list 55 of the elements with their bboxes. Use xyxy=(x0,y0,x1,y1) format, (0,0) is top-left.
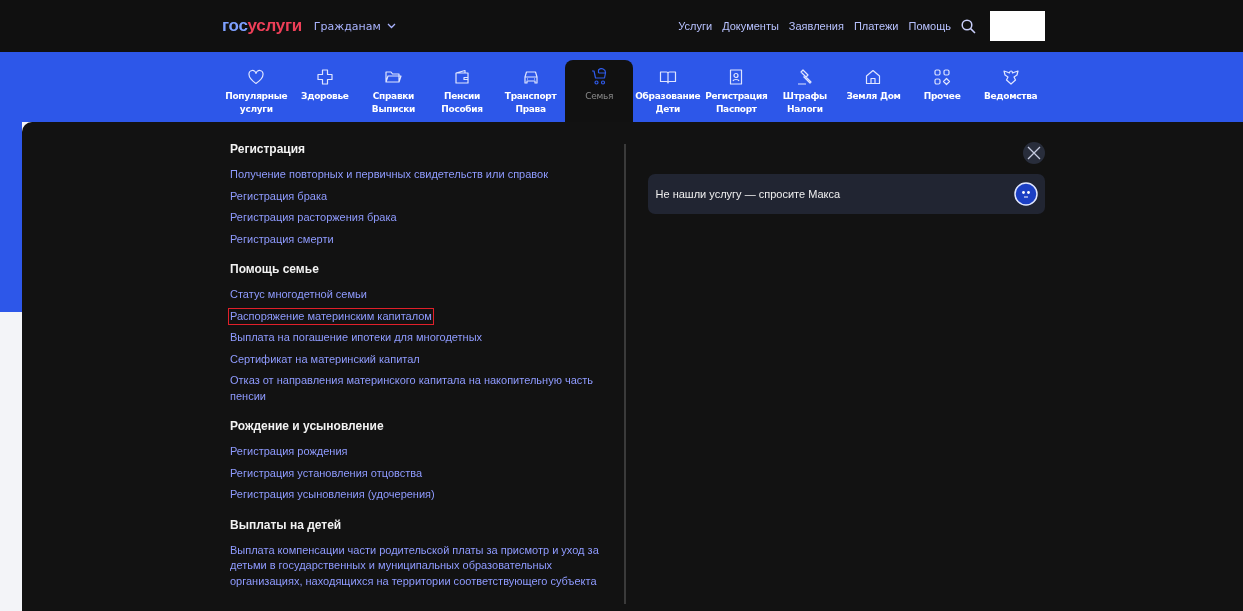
assistant-prompt: Не нашли услугу — спросите Макса xyxy=(655,188,841,200)
grid-icon xyxy=(933,68,952,86)
heart-icon xyxy=(247,68,266,86)
cross-icon xyxy=(315,68,334,86)
service-link[interactable]: Сертификат на материнский капитал xyxy=(228,350,422,368)
service-link[interactable]: Регистрация усыновления (удочерения) xyxy=(228,486,437,504)
eagle-emblem-icon xyxy=(1001,68,1020,86)
close-icon xyxy=(1027,146,1041,160)
nav-link[interactable]: Документы xyxy=(722,20,779,32)
service-link[interactable]: Выплата на погашение ипотеки для многодетных xyxy=(228,329,485,347)
search-icon[interactable] xyxy=(961,18,976,34)
category-tab[interactable]: Штрафы Налоги xyxy=(770,60,840,122)
category-tab[interactable]: Семья xyxy=(564,60,634,122)
book-icon xyxy=(658,68,677,86)
house-icon xyxy=(864,68,883,86)
stroller-icon xyxy=(590,68,609,86)
section-heading: Рождение и усыновление xyxy=(230,419,385,433)
category-tab[interactable]: Справки Выписки xyxy=(359,60,428,122)
service-link[interactable]: Распоряжение материнским капиталом xyxy=(228,307,434,325)
scrollbar[interactable] xyxy=(623,144,626,604)
service-link[interactable]: Регистрация установления отцовства xyxy=(228,464,425,482)
assistant-bar[interactable]: Не нашли услугу — спросите Макса xyxy=(647,174,1045,214)
nav-link[interactable]: Платежи xyxy=(853,20,899,32)
service-link[interactable]: Статус многодетной семьи xyxy=(228,286,369,304)
category-tab[interactable]: Прочее xyxy=(907,60,977,122)
category-tab[interactable]: Регистрация Паспорт xyxy=(702,60,771,122)
category-tab[interactable]: Земля Дом xyxy=(839,60,908,122)
nav-link[interactable]: Заявления xyxy=(788,20,844,32)
close-button[interactable] xyxy=(1023,142,1045,164)
section-heading: Регистрация xyxy=(230,142,307,156)
folder-icon xyxy=(384,68,403,86)
wallet-icon xyxy=(453,68,471,86)
category-tab[interactable]: Транспорт Права xyxy=(496,60,565,122)
category-tab[interactable]: Здоровье xyxy=(290,60,360,122)
section-heading: Помощь семье xyxy=(230,262,320,276)
nav-link[interactable]: Помощь xyxy=(908,20,951,32)
category-tab[interactable]: Образование Дети xyxy=(633,60,703,122)
chevron-icon xyxy=(386,23,396,29)
section-heading: Выплаты на детей xyxy=(230,517,343,532)
category-tab[interactable]: Ведомства xyxy=(976,60,1045,122)
category-tab[interactable]: Популярные услуги xyxy=(222,60,291,122)
service-link[interactable]: Регистрация брака xyxy=(228,187,330,205)
logo[interactable]: госуслуги xyxy=(222,16,302,36)
robot-avatar-icon xyxy=(1014,182,1038,206)
gavel-icon xyxy=(795,68,814,86)
service-link[interactable]: Регистрация расторжения брака xyxy=(228,209,399,227)
service-link[interactable]: Регистрация рождения xyxy=(228,443,350,461)
service-link[interactable]: Отказ от направления материнского капитала на накопительную часть пенсии xyxy=(228,372,604,405)
car-icon xyxy=(521,68,540,86)
category-tab[interactable]: Пенсии Пособия xyxy=(427,60,497,122)
service-link[interactable]: Выплата компенсации части родительской платы за присмотр и уход за детьми в государственных и муниципальных образовательных организациях, находящихся на территории соответствующего субъекта xyxy=(228,541,604,590)
service-link[interactable]: Регистрация смерти xyxy=(228,230,336,248)
nav-link[interactable]: Услуги xyxy=(678,20,713,32)
audience-dropdown[interactable]: Гражданам xyxy=(313,19,396,33)
service-link[interactable]: Получение повторных и первичных свидетельств или справок xyxy=(228,166,550,184)
